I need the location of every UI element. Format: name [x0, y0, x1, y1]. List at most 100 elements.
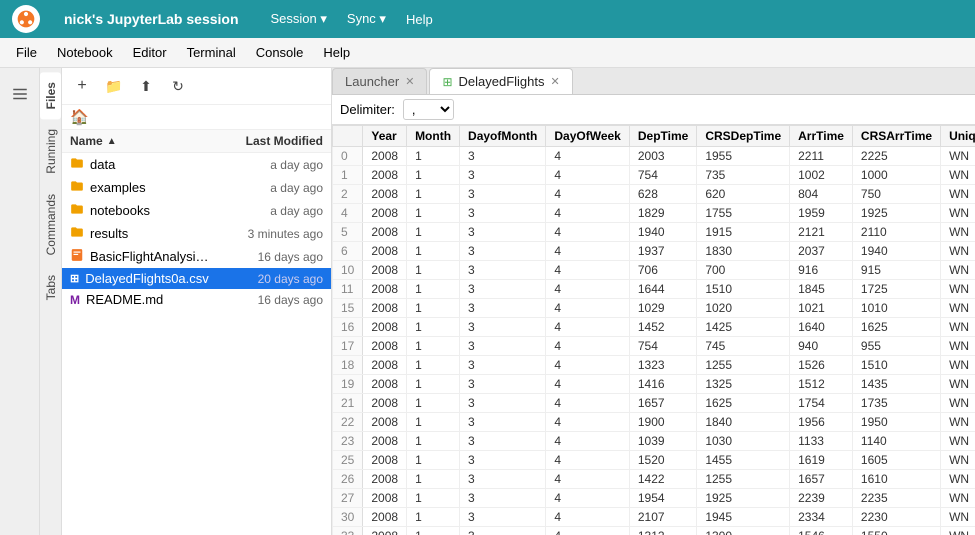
tabs-bar: Launcher✕⊞DelayedFlights✕ [332, 68, 975, 95]
cell: 1520 [629, 451, 696, 470]
cell: 2008 [363, 508, 407, 527]
cell: 1619 [790, 451, 853, 470]
tab-label: Launcher [345, 74, 399, 89]
cell: 2008 [363, 318, 407, 337]
cell: 1133 [790, 432, 853, 451]
file-item[interactable]: dataa day ago [62, 153, 331, 176]
file-item[interactable]: examplesa day ago [62, 176, 331, 199]
table-row: 620081341937183020371940WN [333, 242, 975, 261]
cell: 3 [460, 508, 546, 527]
cell: 3 [460, 489, 546, 508]
cell: 3 [460, 166, 546, 185]
tab-commands[interactable]: Commands [40, 184, 61, 265]
cell: 1605 [852, 451, 940, 470]
cell: 2107 [629, 508, 696, 527]
file-item[interactable]: ⊞DelayedFlights0a.csv20 days ago [62, 268, 331, 289]
file-name: notebooks [90, 203, 213, 218]
menu-console[interactable]: Console [248, 43, 312, 62]
cell: 1435 [852, 375, 940, 394]
row-index: 0 [333, 147, 363, 166]
home-icon[interactable]: 🏠 [70, 108, 89, 126]
cell: 4 [546, 432, 629, 451]
tab-files[interactable]: Files [40, 72, 61, 119]
file-item[interactable]: MREADME.md16 days ago [62, 289, 331, 310]
side-icons [0, 68, 40, 535]
cell: 1 [407, 375, 460, 394]
cell: 1640 [790, 318, 853, 337]
tab-active[interactable]: ⊞DelayedFlights✕ [429, 68, 572, 94]
cell: 1030 [697, 432, 790, 451]
row-index: 1 [333, 166, 363, 185]
cell: 4 [546, 508, 629, 527]
menu-file[interactable]: File [8, 43, 45, 62]
file-type-icon [70, 202, 84, 219]
cell: 1 [407, 508, 460, 527]
cell: 4 [546, 280, 629, 299]
new-file-button[interactable]: + [68, 72, 96, 100]
tab-running[interactable]: Running [40, 119, 61, 184]
refresh-button[interactable]: ↻ [164, 72, 192, 100]
file-modified: a day ago [213, 181, 323, 195]
data-table-container: YearMonthDayofMonthDayOfWeekDepTimeCRSDe… [332, 125, 975, 535]
row-index: 4 [333, 204, 363, 223]
menu-help[interactable]: Help [315, 43, 358, 62]
table-row: 2720081341954192522392235WN [333, 489, 975, 508]
table-row: 1200813475473510021000WN [333, 166, 975, 185]
column-header: DepTime [629, 126, 696, 147]
cell: 2008 [363, 280, 407, 299]
table-row: 520081341940191521212110WN [333, 223, 975, 242]
table-row: 1920081341416132515121435WN [333, 375, 975, 394]
cell: WN [941, 299, 975, 318]
cell: 2211 [790, 147, 853, 166]
name-column-header: Name [70, 134, 103, 148]
cell: 1455 [697, 451, 790, 470]
cell: WN [941, 432, 975, 451]
file-list: dataa day agoexamplesa day agonotebooksa… [62, 153, 331, 535]
menu-terminal[interactable]: Terminal [179, 43, 244, 62]
menu-notebook[interactable]: Notebook [49, 43, 121, 62]
column-header: Month [407, 126, 460, 147]
cell: 4 [546, 204, 629, 223]
cell: 1829 [629, 204, 696, 223]
tab-tabs[interactable]: Tabs [40, 265, 61, 310]
new-folder-button[interactable]: 📁 [100, 72, 128, 100]
tab-inactive[interactable]: Launcher ✕ [332, 68, 427, 94]
cell: 754 [629, 166, 696, 185]
cell: 1416 [629, 375, 696, 394]
row-index: 26 [333, 470, 363, 489]
cell: 1140 [852, 432, 940, 451]
help-menu[interactable]: Help [406, 12, 433, 27]
cell: 4 [546, 470, 629, 489]
cell: 3 [460, 413, 546, 432]
session-menu[interactable]: Session ▾ [271, 11, 327, 27]
tab-close-button[interactable]: ✕ [551, 75, 560, 88]
cell: WN [941, 337, 975, 356]
cell: 1 [407, 261, 460, 280]
cell: 1526 [790, 356, 853, 375]
sidebar-toggle[interactable] [2, 76, 38, 112]
cell: 3 [460, 204, 546, 223]
file-type-icon: M [70, 293, 80, 307]
menu-editor[interactable]: Editor [125, 43, 175, 62]
file-item[interactable]: BasicFlightAnalysis.ip...16 days ago [62, 245, 331, 268]
upload-button[interactable]: ⬆ [132, 72, 160, 100]
table-row: 3320081341312130015461550WN [333, 527, 975, 535]
row-index: 22 [333, 413, 363, 432]
sync-menu[interactable]: Sync ▾ [347, 11, 386, 27]
session-label: nick's JupyterLab session [64, 11, 239, 27]
cell: 1 [407, 185, 460, 204]
cell: 4 [546, 413, 629, 432]
cell: WN [941, 527, 975, 535]
cell: 1956 [790, 413, 853, 432]
tab-close-button[interactable]: ✕ [405, 75, 414, 88]
cell: 1840 [697, 413, 790, 432]
cell: 916 [790, 261, 853, 280]
cell: 1735 [852, 394, 940, 413]
cell: 3 [460, 147, 546, 166]
file-item[interactable]: notebooksa day ago [62, 199, 331, 222]
cell: 2121 [790, 223, 853, 242]
delimiter-select[interactable]: , ; Tab | [403, 99, 454, 120]
file-modified: 16 days ago [213, 250, 323, 264]
cell: 2230 [852, 508, 940, 527]
file-item[interactable]: results3 minutes ago [62, 222, 331, 245]
